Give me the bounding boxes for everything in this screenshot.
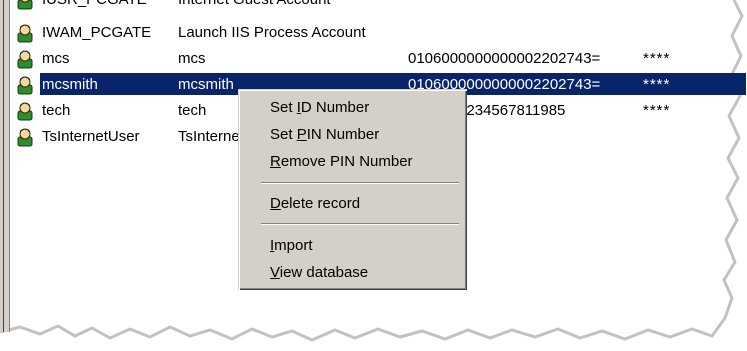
user-name: IUSR_PCGATE [42,0,147,9]
menu-separator [261,223,459,225]
user-icon [17,128,33,147]
user-icon [17,102,33,121]
menu-item-delete-record[interactable]: Delete record [270,195,360,212]
user-id-number: 0106000000000002202743= [408,50,601,67]
user-icon [17,50,33,69]
user-icon [17,0,33,10]
user-name: IWAM_PCGATE [42,24,152,41]
table-row[interactable]: mcs mcs 0106000000000002202743= **** [10,46,746,72]
user-name: tech [42,102,71,119]
user-icon [17,24,33,43]
menu-separator [261,182,459,184]
user-pin: **** [643,102,671,119]
menu-item-import[interactable]: Import [270,237,313,254]
user-pin: **** [643,76,671,93]
user-description: Launch IIS Process Account [178,24,366,41]
user-description: Internet Guest Account [178,0,331,9]
user-name: mcsmith [42,76,98,93]
context-menu: Set ID Number Set PIN Number Remove PIN … [238,89,467,290]
window-left-border [0,0,10,332]
user-name: TsInternetUser [42,128,140,145]
menu-item-remove-pin-number[interactable]: Remove PIN Number [270,153,413,170]
user-name: mcs [42,50,70,67]
menu-item-set-id-number[interactable]: Set ID Number [270,99,369,116]
user-icon [17,76,33,95]
user-description: mcs [178,50,206,67]
table-row[interactable]: IUSR_PCGATE Internet Guest Account [10,0,746,13]
user-description: tech [178,102,207,119]
user-description: mcsmith [178,76,234,93]
user-pin: **** [643,50,671,67]
screenshot-frame: IUSR_PCGATE Internet Guest Account IWAM_PC… [0,0,747,351]
menu-item-view-database[interactable]: View database [270,264,368,281]
table-row[interactable]: IWAM_PCGATE Launch IIS Process Account [10,20,746,46]
menu-item-set-pin-number[interactable]: Set PIN Number [270,126,379,143]
